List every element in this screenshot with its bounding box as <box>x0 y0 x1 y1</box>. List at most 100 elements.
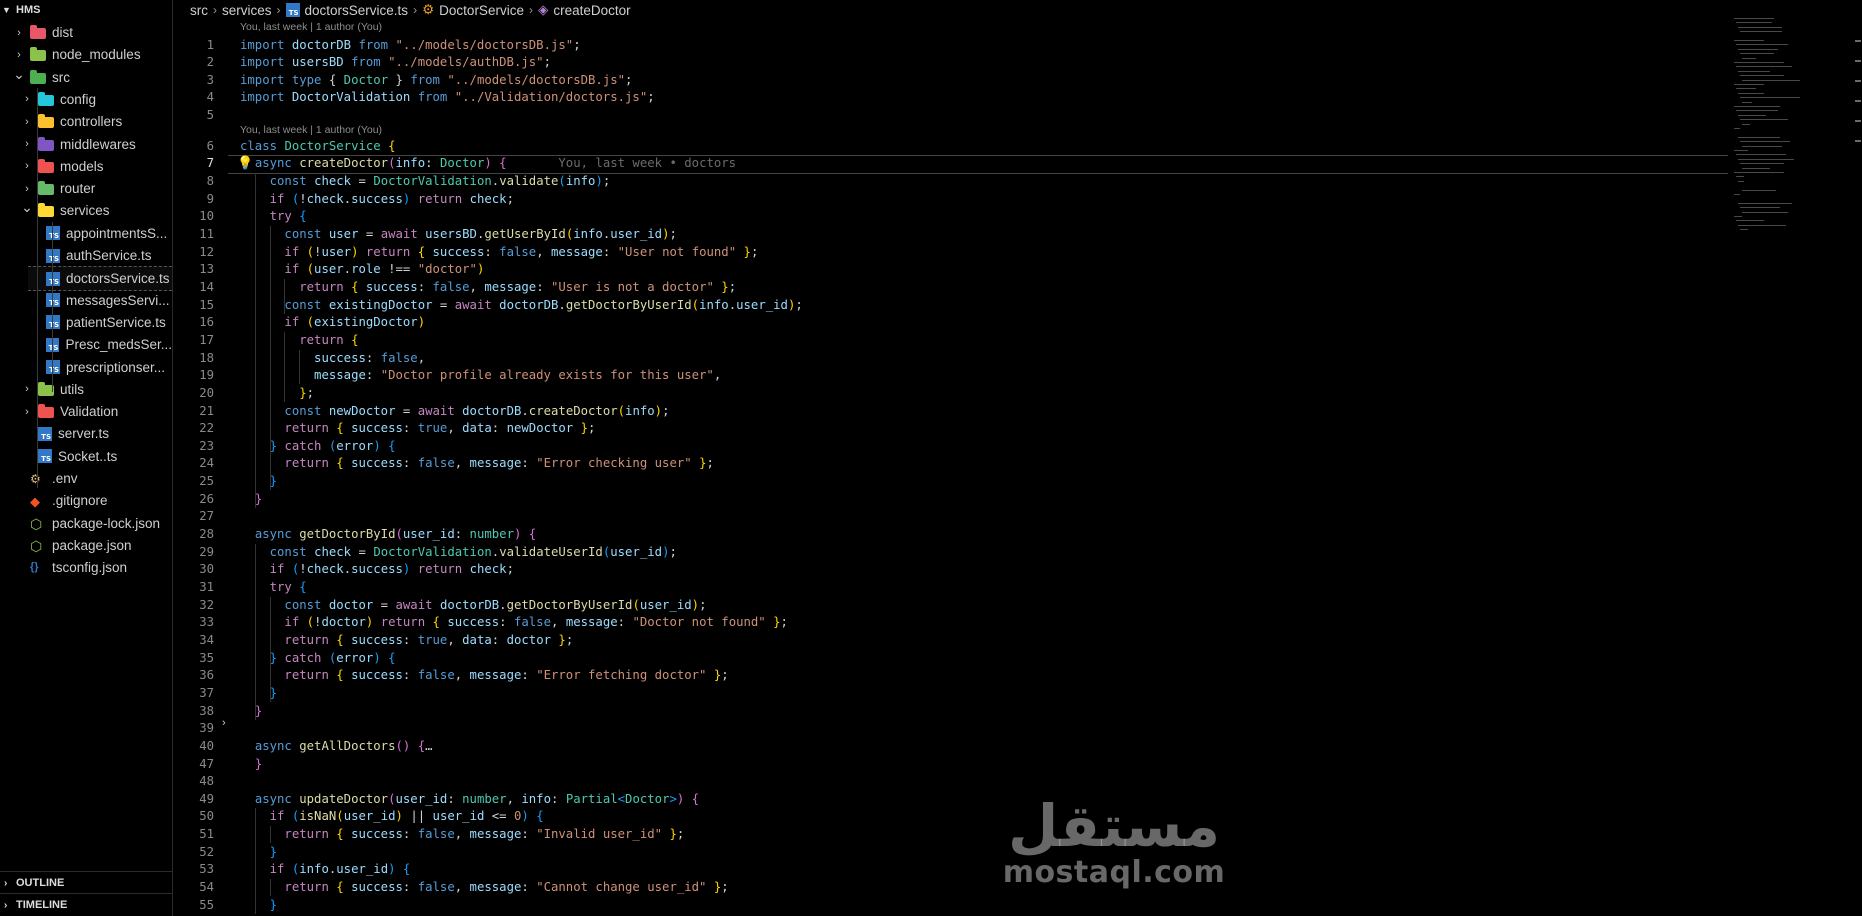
breadcrumb-method[interactable]: createDoctor <box>553 3 630 18</box>
code-line[interactable]: if (!check.success) return check; <box>240 191 514 209</box>
code-line[interactable]: return { success: false, message: "Error… <box>240 455 713 473</box>
tree-file-tsconfig-json[interactable]: {} tsconfig.json <box>12 556 172 579</box>
chevron-right-icon[interactable]: › <box>20 383 34 395</box>
code-line[interactable]: success: false, <box>240 350 425 368</box>
tree-file-appointmentss-[interactable]: TS appointmentsS... <box>28 222 172 245</box>
tree-file-messagesservi-[interactable]: TS messagesServi... <box>28 289 172 312</box>
code-line[interactable]: } catch (error) { <box>240 438 396 456</box>
code-line[interactable]: import usersBD from "../models/authDB.js… <box>240 54 551 72</box>
tree-file-presc-medsser-[interactable]: TS Presc_medsSer... <box>28 333 172 356</box>
code-line[interactable]: const check = DoctorValidation.validate(… <box>240 173 611 191</box>
tree-file-package-json[interactable]: ⬡ package.json <box>12 534 172 557</box>
code-line[interactable]: return { success: true, data: newDoctor … <box>240 420 595 438</box>
code-line[interactable]: return { <box>240 332 358 350</box>
code-line[interactable]: async getDoctorById(user_id: number) { <box>240 526 536 544</box>
code-line[interactable]: } catch (error) { <box>240 650 396 668</box>
code-line[interactable]: const check = DoctorValidation.validateU… <box>240 544 677 562</box>
tree-folder-router[interactable]: › router <box>20 177 172 200</box>
fold-chevron-icon[interactable]: › <box>222 717 226 729</box>
code-line[interactable]: if (user.role !== "doctor") <box>240 261 484 279</box>
tree-folder-middlewares[interactable]: › middlewares <box>20 133 172 156</box>
tree-folder-node-modules[interactable]: › node_modules <box>12 43 172 66</box>
breadcrumb-src[interactable]: src <box>190 3 208 18</box>
code-line[interactable]: return { success: false, message: "Inval… <box>240 826 684 844</box>
code-line[interactable]: async createDoctor(info: Doctor) { You, … <box>240 155 736 173</box>
method-symbol-icon: ◈ <box>537 2 549 17</box>
tree-file-patientservice-ts[interactable]: TS patientService.ts <box>28 311 172 334</box>
outline-panel-header[interactable]: › OUTLINE <box>0 871 172 894</box>
tree-file--env[interactable]: ⚙ .env <box>12 467 172 490</box>
code-line[interactable]: import doctorDB from "../models/doctorsD… <box>240 37 581 55</box>
code-line[interactable]: async updateDoctor(user_id: number, info… <box>240 791 699 809</box>
tree-folder-services[interactable]: ⌄ services <box>20 199 172 222</box>
tree-folder-controllers[interactable]: › controllers <box>20 110 172 133</box>
code-line[interactable]: } <box>240 491 262 509</box>
code-line[interactable]: } <box>240 473 277 491</box>
code-token: { <box>299 580 307 594</box>
codelens-blame-class[interactable]: You, last week | 1 author (You) <box>240 124 382 136</box>
code-line[interactable]: } <box>240 844 277 862</box>
code-line[interactable]: if (!doctor) return { success: false, me… <box>240 614 788 632</box>
code-line[interactable]: if (info.user_id) { <box>240 861 411 879</box>
tree-folder-utils[interactable]: › utils <box>20 378 172 401</box>
code-line[interactable]: return { success: false, message: "User … <box>240 279 736 297</box>
tree-file--gitignore[interactable]: ◆ .gitignore <box>12 489 172 512</box>
minimap[interactable] <box>1734 18 1844 238</box>
code-line[interactable]: if (!check.success) return check; <box>240 561 514 579</box>
code-line[interactable]: if (existingDoctor) <box>240 314 425 332</box>
chevron-right-icon[interactable]: › <box>20 406 34 418</box>
code-line[interactable]: return { success: false, message: "Canno… <box>240 879 728 897</box>
chevron-right-icon[interactable]: › <box>20 116 34 128</box>
code-line[interactable]: } <box>240 685 277 703</box>
tree-file-authservice-ts[interactable]: TS authService.ts <box>28 244 172 267</box>
code-line[interactable]: async getAllDoctors() {… <box>240 738 433 756</box>
chevron-down-icon[interactable]: ⌄ <box>20 199 34 216</box>
breadcrumb-file[interactable]: doctorsService.ts <box>305 3 409 18</box>
tree-file-socket-ts[interactable]: TS Socket..ts <box>20 445 172 468</box>
tree-folder-validation[interactable]: › Validation <box>20 400 172 423</box>
tree-folder-dist[interactable]: › dist <box>12 21 172 44</box>
tree-file-server-ts[interactable]: TS server.ts <box>20 422 172 445</box>
breadcrumb-class[interactable]: DoctorService <box>439 3 524 18</box>
code-line[interactable]: try { <box>240 579 307 597</box>
chevron-right-icon[interactable]: › <box>20 183 34 195</box>
code-line[interactable]: class DoctorService { <box>240 138 396 156</box>
code-line[interactable]: }; <box>240 385 314 403</box>
tree-file-doctorsservice-ts[interactable]: TS doctorsService.ts <box>28 266 172 292</box>
tree-file-package-lock-json[interactable]: ⬡ package-lock.json <box>12 512 172 535</box>
chevron-right-icon[interactable]: › <box>20 138 34 150</box>
chevron-right-icon[interactable]: › <box>12 49 26 61</box>
code-editor[interactable]: src › services › TS doctorsService.ts › … <box>174 0 1862 916</box>
code-line[interactable]: try { <box>240 208 307 226</box>
code-line[interactable]: } <box>240 703 262 721</box>
code-line[interactable]: } <box>240 897 277 915</box>
code-line[interactable]: if (!user) return { success: false, mess… <box>240 244 758 262</box>
code-token: = <box>351 174 374 189</box>
code-line[interactable]: if (isNaN(user_id) || user_id <= 0) { <box>240 808 544 826</box>
tree-folder-config[interactable]: › config <box>20 88 172 111</box>
code-line[interactable]: const doctor = await doctorDB.getDoctorB… <box>240 597 706 615</box>
code-line[interactable]: return { success: false, message: "Error… <box>240 667 728 685</box>
workspace-header[interactable]: ▼ HMS <box>0 0 172 20</box>
chevron-right-icon[interactable]: › <box>12 27 26 39</box>
breadcrumb-services[interactable]: services <box>222 3 272 18</box>
code-line[interactable]: import type { Doctor } from "../models/d… <box>240 72 632 90</box>
code-line[interactable]: import DoctorValidation from "../Validat… <box>240 89 655 107</box>
chevron-right-icon[interactable]: › <box>20 160 34 172</box>
code-line[interactable]: } <box>240 756 262 774</box>
code-line[interactable]: const existingDoctor = await doctorDB.ge… <box>240 297 802 315</box>
timeline-panel-header[interactable]: › TIMELINE <box>0 893 172 916</box>
vertical-scrollbar[interactable] <box>1852 0 1862 916</box>
tree-folder-src[interactable]: ⌄ src <box>12 66 172 89</box>
code-line[interactable]: const newDoctor = await doctorDB.createD… <box>240 403 669 421</box>
tree-file-prescriptionser-[interactable]: TS prescriptionser... <box>28 356 172 379</box>
code-line[interactable]: const user = await usersBD.getUserById(i… <box>240 226 676 244</box>
code-token: const <box>284 297 322 312</box>
minimap-line <box>1740 31 1782 33</box>
code-line[interactable]: message: "Doctor profile already exists … <box>240 367 721 385</box>
codelens-blame-top[interactable]: You, last week | 1 author (You) <box>240 21 382 33</box>
code-line[interactable]: return { success: true, data: doctor }; <box>240 632 573 650</box>
chevron-down-icon[interactable]: ⌄ <box>12 66 26 83</box>
tree-folder-models[interactable]: › models <box>20 155 172 178</box>
chevron-right-icon[interactable]: › <box>20 93 34 105</box>
